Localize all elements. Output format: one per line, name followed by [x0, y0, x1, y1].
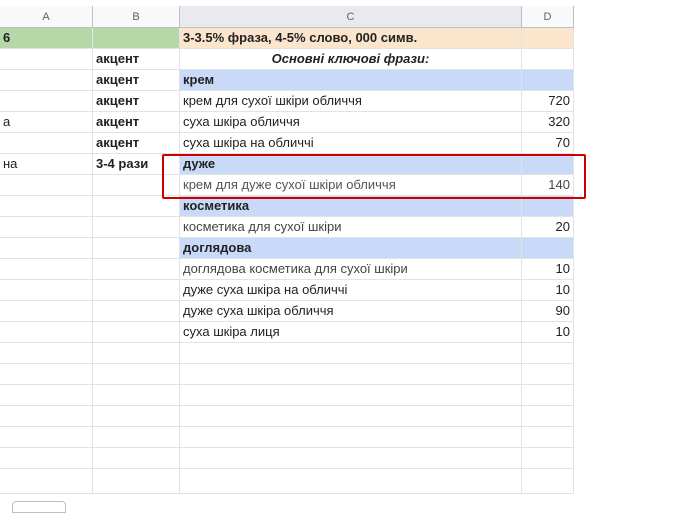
- sheet-tab[interactable]: [12, 501, 66, 513]
- cell-d-6[interactable]: 70: [522, 133, 574, 154]
- cell-d-12[interactable]: 10: [522, 259, 574, 280]
- cell-a-13[interactable]: [0, 280, 93, 301]
- cell-b-13[interactable]: [93, 280, 180, 301]
- column-header-d[interactable]: D: [522, 6, 574, 28]
- cell-c-12[interactable]: доглядова косметика для сухої шкіри: [180, 259, 522, 280]
- cell-b-5[interactable]: акцент: [93, 112, 180, 133]
- cell-b-4[interactable]: акцент: [93, 91, 180, 112]
- cell-d-13[interactable]: 10: [522, 280, 574, 301]
- empty-cell[interactable]: [180, 385, 522, 406]
- cell-a-1[interactable]: 6: [0, 28, 93, 49]
- column-header-a[interactable]: A: [0, 6, 93, 28]
- cell-d-11[interactable]: [522, 238, 574, 259]
- cell-a-3[interactable]: [0, 70, 93, 91]
- cell-c-9[interactable]: косметика: [180, 196, 522, 217]
- cell-b-9[interactable]: [93, 196, 180, 217]
- cell-d-3[interactable]: [522, 70, 574, 91]
- empty-cell[interactable]: [0, 343, 93, 364]
- cell-b-11[interactable]: [93, 238, 180, 259]
- cell-a-2[interactable]: [0, 49, 93, 70]
- cell-a-4[interactable]: [0, 91, 93, 112]
- cell-a-7[interactable]: на: [0, 154, 93, 175]
- cell-b-10[interactable]: [93, 217, 180, 238]
- empty-cell[interactable]: [93, 343, 180, 364]
- empty-cell[interactable]: [0, 385, 93, 406]
- cell-d-14[interactable]: 90: [522, 301, 574, 322]
- cell-b-14[interactable]: [93, 301, 180, 322]
- empty-cell[interactable]: [522, 469, 574, 494]
- empty-cell[interactable]: [522, 448, 574, 469]
- empty-cell[interactable]: [0, 469, 93, 494]
- cell-b-1[interactable]: [93, 28, 180, 49]
- bottom-bar: [0, 494, 676, 506]
- cell-a-11[interactable]: [0, 238, 93, 259]
- column-header-b[interactable]: B: [93, 6, 180, 28]
- empty-cell[interactable]: [93, 406, 180, 427]
- cell-c-14[interactable]: дуже суха шкіра обличчя: [180, 301, 522, 322]
- empty-cell[interactable]: [0, 427, 93, 448]
- cell-b-12[interactable]: [93, 259, 180, 280]
- cell-d-10[interactable]: 20: [522, 217, 574, 238]
- highlight-box: [162, 154, 586, 199]
- cell-a-5[interactable]: а: [0, 112, 93, 133]
- cell-d-5[interactable]: 320: [522, 112, 574, 133]
- empty-cell[interactable]: [93, 469, 180, 494]
- empty-cell[interactable]: [93, 364, 180, 385]
- empty-cell[interactable]: [180, 364, 522, 385]
- empty-cell[interactable]: [180, 448, 522, 469]
- empty-cell[interactable]: [93, 427, 180, 448]
- cell-d-1[interactable]: [522, 28, 574, 49]
- spreadsheet-grid: A B C D 6 3-3.5% фраза, 4-5% слово, 000 …: [0, 0, 574, 494]
- empty-cell[interactable]: [180, 406, 522, 427]
- cell-c-3[interactable]: крем: [180, 70, 522, 91]
- cell-c-1[interactable]: 3-3.5% фраза, 4-5% слово, 000 симв.: [180, 28, 522, 49]
- empty-cell[interactable]: [0, 364, 93, 385]
- cell-d-9[interactable]: [522, 196, 574, 217]
- cell-b-15[interactable]: [93, 322, 180, 343]
- cell-c-4[interactable]: крем для сухої шкіри обличчя: [180, 91, 522, 112]
- empty-cell[interactable]: [0, 406, 93, 427]
- empty-cell[interactable]: [93, 448, 180, 469]
- empty-cell[interactable]: [522, 427, 574, 448]
- cell-c-15[interactable]: суха шкіра лиця: [180, 322, 522, 343]
- cell-a-6[interactable]: [0, 133, 93, 154]
- cell-c-11[interactable]: доглядова: [180, 238, 522, 259]
- cell-b-3[interactable]: акцент: [93, 70, 180, 91]
- cell-a-15[interactable]: [0, 322, 93, 343]
- cell-c-6[interactable]: суха шкіра на обличчі: [180, 133, 522, 154]
- cell-a-8[interactable]: [0, 175, 93, 196]
- cell-a-14[interactable]: [0, 301, 93, 322]
- cell-a-10[interactable]: [0, 217, 93, 238]
- cell-d-4[interactable]: 720: [522, 91, 574, 112]
- cell-c-5[interactable]: суха шкіра обличчя: [180, 112, 522, 133]
- column-header-c[interactable]: C: [180, 6, 522, 28]
- empty-cell[interactable]: [180, 469, 522, 494]
- empty-cell[interactable]: [93, 385, 180, 406]
- empty-cell[interactable]: [522, 385, 574, 406]
- cell-b-6[interactable]: акцент: [93, 133, 180, 154]
- cell-a-12[interactable]: [0, 259, 93, 280]
- cell-a-9[interactable]: [0, 196, 93, 217]
- sheet-background: [574, 0, 676, 506]
- cell-c-10[interactable]: косметика для сухої шкіри: [180, 217, 522, 238]
- empty-cell[interactable]: [522, 406, 574, 427]
- cell-c-2[interactable]: Основні ключові фрази:: [180, 49, 522, 70]
- cell-b-2[interactable]: акцент: [93, 49, 180, 70]
- empty-cell[interactable]: [180, 427, 522, 448]
- empty-cell[interactable]: [522, 343, 574, 364]
- cell-d-15[interactable]: 10: [522, 322, 574, 343]
- empty-cell[interactable]: [180, 343, 522, 364]
- cell-d-2[interactable]: [522, 49, 574, 70]
- empty-cell[interactable]: [0, 448, 93, 469]
- empty-cell[interactable]: [522, 364, 574, 385]
- cell-c-13[interactable]: дуже суха шкіра на обличчі: [180, 280, 522, 301]
